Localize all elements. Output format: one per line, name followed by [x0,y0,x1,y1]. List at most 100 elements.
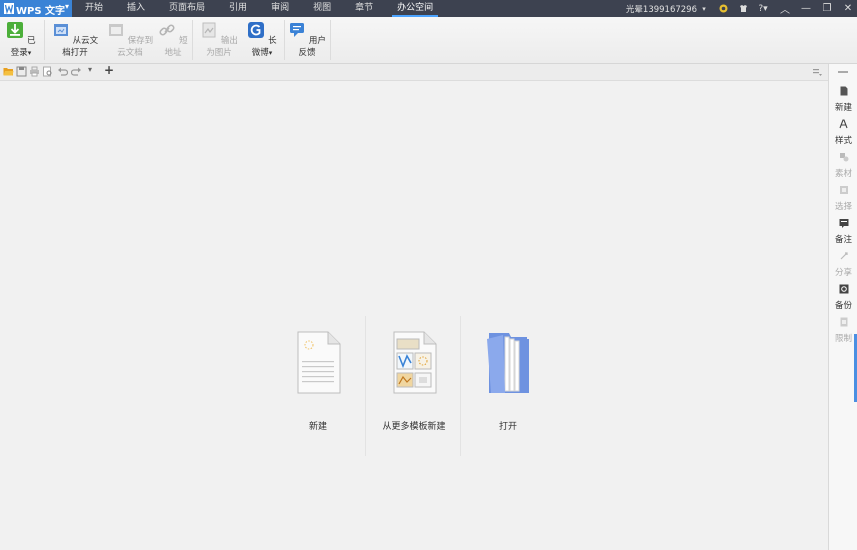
export-image-icon [202,22,216,38]
ribbon-divider [284,20,285,60]
new-tab-plus-icon[interactable]: + [104,63,115,77]
app-menu-button[interactable]: WPS 文字 ▾ [0,0,72,17]
share-icon [840,252,848,260]
chevron-down-icon: ▾ [268,49,273,57]
right-task-pane: 新建 样式 素材 选择 备注 分享 备份 限制 [828,64,857,550]
save-icon[interactable] [16,66,27,77]
side-material-label: 素材 [834,169,852,179]
new-from-template-tile[interactable]: 从更多模板新建 [374,331,454,432]
long-weibo-label: 长微博 [251,36,277,58]
user-dropdown-icon[interactable]: ▾ [699,4,709,14]
ribbon-divider [330,20,331,60]
side-material-button[interactable]: 素材 [829,152,857,179]
backup-icon [839,284,848,294]
open-from-cloud-button[interactable]: 从云文档打开 [48,21,102,61]
open-document-tile[interactable]: 打开 [472,331,544,432]
skin-icon[interactable] [738,4,748,14]
tab-references[interactable]: 引用 [220,0,256,17]
cloud-save-icon [108,24,123,36]
title-bar: WPS 文字 ▾ 开始 插入 页面布局 引用 审阅 视图 章节 办公空间 光晕1… [0,0,857,17]
wps-logo-icon [4,3,14,14]
new-document-label: 新建 [308,422,327,432]
select-icon [839,186,848,194]
side-select-label: 选择 [834,202,852,212]
new-file-icon [840,86,847,96]
logged-in-label: 已登录 [10,36,36,58]
cloud-folder-icon [53,24,68,36]
side-style-button[interactable]: 样式 [829,119,857,146]
side-note-label: 备注 [834,235,852,245]
new-from-template-label: 从更多模板新建 [382,422,446,432]
tab-review[interactable]: 审阅 [262,0,298,17]
user-account[interactable]: 光晕1399167296 [626,3,697,15]
print-icon[interactable] [29,66,40,77]
pane-menu-icon[interactable] [838,71,848,73]
open-document-label: 打开 [498,422,517,432]
close-icon[interactable]: ✕ [839,0,857,17]
open-folder-large-icon [487,333,529,393]
save-to-cloud-button[interactable]: 保存到云文档 [103,21,157,61]
print-preview-icon[interactable] [42,66,53,77]
download-icon [7,22,24,38]
link-icon [159,24,175,36]
long-weibo-icon [248,22,265,38]
tab-insert[interactable]: 插入 [118,0,154,17]
restore-icon[interactable]: ❐ [818,0,836,17]
restrict-icon [840,317,847,327]
side-style-label: 样式 [834,136,852,146]
short-url-button[interactable]: 短地址 [158,21,188,61]
user-feedback-label: 用户反馈 [298,36,326,58]
main-menu: 开始 插入 页面布局 引用 审阅 视图 章节 办公空间 [76,0,448,17]
save-to-cloud-label: 保存到云文档 [117,36,154,58]
short-url-label: 短地址 [164,36,188,58]
side-new-button[interactable]: 新建 [829,86,857,113]
minimize-icon[interactable]: — [797,0,815,17]
notification-icon[interactable] [718,4,728,14]
side-restrict-button[interactable]: 限制 [829,317,857,344]
app-title: WPS 文字 [16,6,66,17]
tile-divider [460,316,461,456]
note-icon [839,219,848,228]
open-folder-icon[interactable] [3,66,14,77]
new-document-icon [297,331,341,394]
titlebar-right: 光晕1399167296 ▾ ?▾ ︿ — ❐ ✕ [626,0,857,17]
tab-chapter[interactable]: 章节 [346,0,382,17]
side-note-button[interactable]: 备注 [829,218,857,245]
open-from-cloud-label: 从云文档打开 [62,36,99,58]
toolbar-settings-icon[interactable] [812,66,823,77]
help-icon[interactable]: ?▾ [758,4,768,14]
ribbon-divider [44,20,45,60]
tab-view[interactable]: 视图 [304,0,340,17]
qat-dropdown-icon[interactable]: ▾ [88,65,99,76]
new-document-tile[interactable]: 新建 [282,331,354,432]
side-backup-button[interactable]: 备份 [829,284,857,311]
side-new-label: 新建 [834,103,852,113]
tab-page-layout[interactable]: 页面布局 [160,0,214,17]
undo-icon[interactable] [57,66,68,77]
long-weibo-button[interactable]: 长微博▾ [244,21,280,61]
logged-in-button[interactable]: 已登录▾ [3,21,39,61]
side-restrict-label: 限制 [834,334,852,344]
side-backup-label: 备份 [834,301,852,311]
feedback-icon [290,23,305,37]
chevron-down-icon: ▾ [64,2,69,11]
user-feedback-button[interactable]: 用户反馈 [288,21,326,61]
ribbon-divider [192,20,193,60]
style-icon [838,119,848,129]
quick-access-toolbar: ▾ + [0,63,857,81]
start-page: 新建 从更多模板新建 打开 [0,81,828,550]
side-share-label: 分享 [834,268,852,278]
ribbon-toolbar: 已登录▾ 从云文档打开 保存到云文档 短地址 输出为图片 长微博▾ 用户反馈 [0,17,857,64]
tab-start[interactable]: 开始 [76,0,112,17]
tab-office-space[interactable]: 办公空间 [388,0,442,17]
side-select-button[interactable]: 选择 [829,185,857,212]
export-image-label: 输出为图片 [206,36,238,58]
collapse-ribbon-icon[interactable]: ︿ [776,0,794,17]
tile-divider [365,316,366,456]
template-document-icon [393,331,437,394]
redo-icon[interactable] [71,66,82,77]
side-share-button[interactable]: 分享 [829,251,857,278]
chevron-down-icon: ▾ [27,49,32,57]
material-icon [839,153,848,162]
export-image-button[interactable]: 输出为图片 [196,21,242,61]
